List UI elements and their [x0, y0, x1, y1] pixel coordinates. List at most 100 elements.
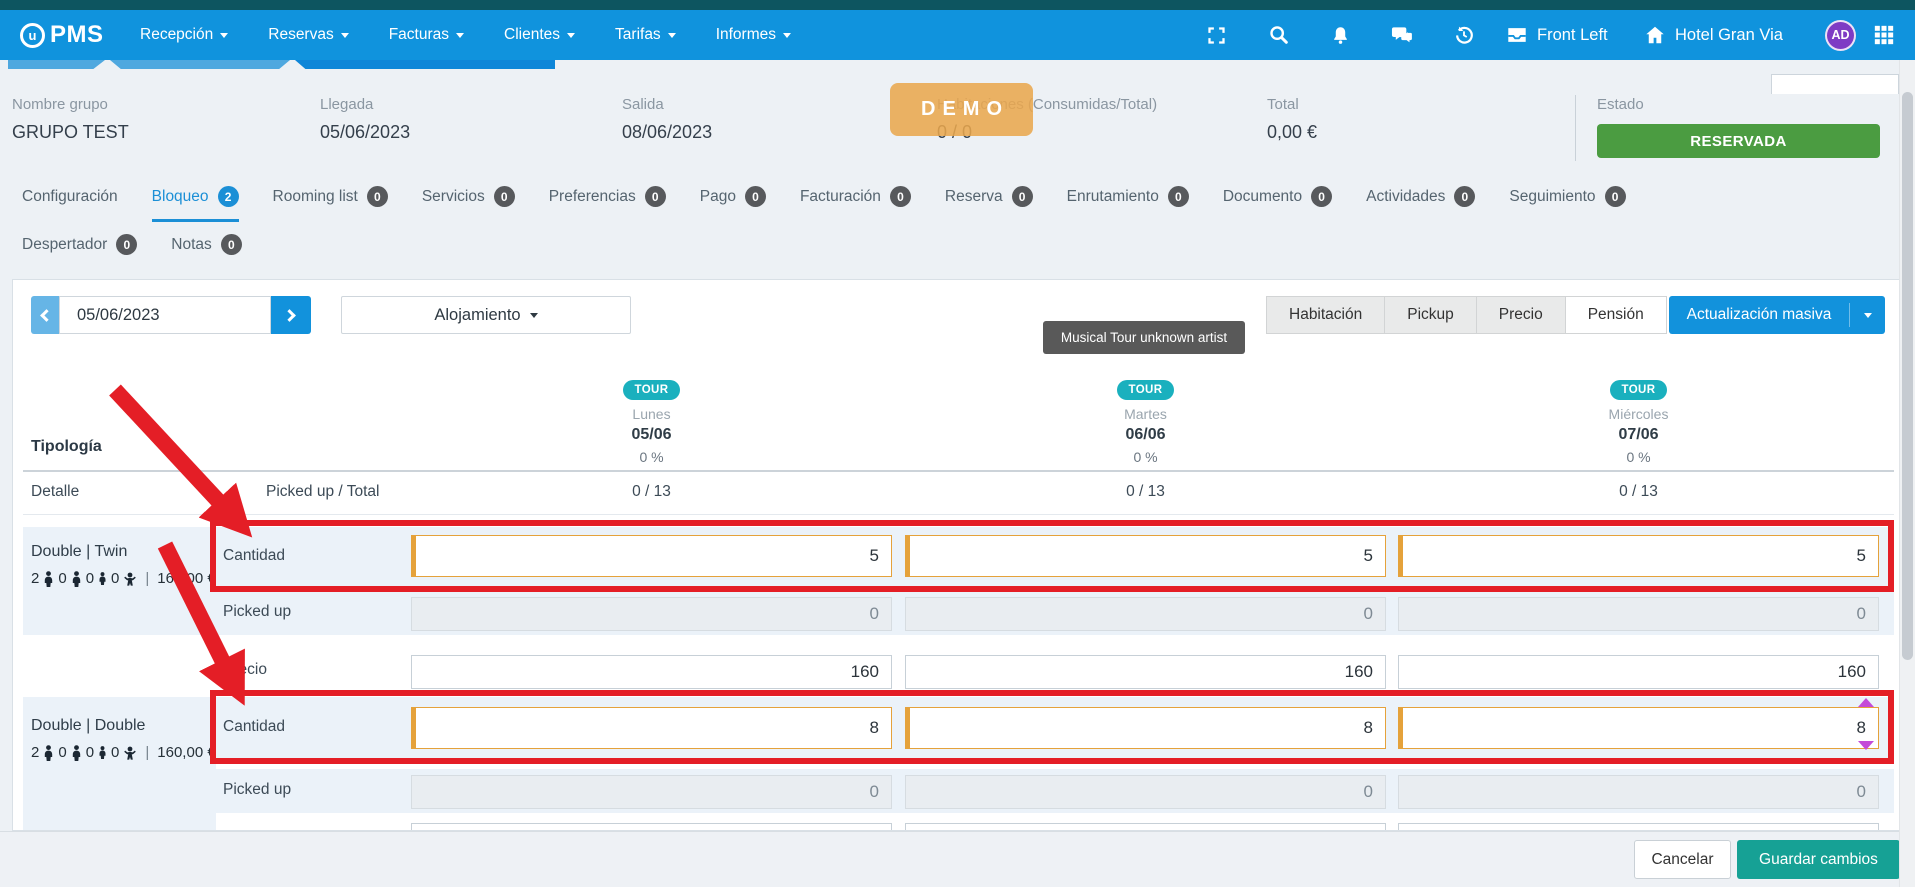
- tab-enrutamiento[interactable]: Enrutamiento0: [1067, 186, 1189, 222]
- row-label: Picked up: [223, 603, 291, 621]
- separator: |: [145, 744, 149, 761]
- picked-up-input: [905, 597, 1386, 631]
- menu-informes[interactable]: Informes: [716, 26, 791, 44]
- field-value: 08/06/2023: [622, 122, 712, 143]
- room-type-name: Double | Double: [31, 717, 216, 735]
- tab-servicios[interactable]: Servicios0: [422, 186, 515, 222]
- room-type-price: 160,00 €: [157, 570, 215, 587]
- picked-up-input: [1398, 775, 1879, 809]
- picked-up-input: [905, 775, 1386, 809]
- front-office-selector[interactable]: Front Left: [1506, 10, 1608, 60]
- chevron-right-icon: [283, 309, 296, 322]
- mode-pension-button[interactable]: Pensión: [1565, 296, 1667, 334]
- mass-update-button[interactable]: Actualización masiva: [1669, 296, 1885, 334]
- day-date: 05/06: [411, 426, 892, 444]
- chevron-down-icon: [456, 33, 464, 38]
- fullscreen-icon[interactable]: [1206, 10, 1227, 60]
- tour-tag-badge: TOUR: [1117, 380, 1175, 400]
- precio-input[interactable]: [411, 823, 892, 831]
- date-input[interactable]: [77, 306, 297, 325]
- picked-up-input: [1398, 597, 1879, 631]
- home-icon: [1644, 24, 1666, 46]
- field-label: Llegada: [320, 96, 410, 113]
- menu-reservas[interactable]: Reservas: [268, 26, 348, 44]
- field-estado: Estado RESERVADA: [1597, 96, 1880, 158]
- date-picker[interactable]: [59, 296, 271, 334]
- pms-logo[interactable]: u PMS: [20, 10, 104, 60]
- day-column-header: TOUR Martes 06/06 0 %: [905, 380, 1386, 465]
- tab-row-1: Configuración Bloqueo2 Rooming list0 Ser…: [22, 186, 1626, 222]
- precio-input[interactable]: [905, 823, 1386, 831]
- tab-preferencias[interactable]: Preferencias0: [549, 186, 666, 222]
- menu-facturas[interactable]: Facturas: [389, 26, 464, 44]
- type-column-header: Tipología: [31, 438, 102, 456]
- precio-input[interactable]: [905, 655, 1386, 689]
- field-nombre-grupo: Nombre grupo GRUPO TEST: [12, 96, 129, 143]
- field-llegada: Llegada 05/06/2023: [320, 96, 410, 143]
- apps-grid-icon[interactable]: [1874, 10, 1894, 60]
- field-value: 05/06/2023: [320, 122, 410, 143]
- tour-tag-badge: TOUR: [623, 380, 681, 400]
- history-icon[interactable]: [1453, 10, 1475, 60]
- tab-reserva[interactable]: Reserva0: [945, 186, 1033, 222]
- avatar-initials: AD: [1825, 20, 1856, 51]
- progress-chevron-segment: [8, 60, 105, 69]
- tab-rooming-list[interactable]: Rooming list0: [273, 186, 388, 222]
- nav-menus: Recepción Reservas Facturas Clientes Tar…: [140, 10, 791, 60]
- view-selector-dropdown[interactable]: Alojamiento: [341, 296, 631, 334]
- day-date: 07/06: [1398, 426, 1879, 444]
- save-changes-button[interactable]: Guardar cambios: [1737, 840, 1900, 879]
- demo-badge: DEMO: [890, 83, 1033, 136]
- tab-bloqueo[interactable]: Bloqueo2: [152, 186, 239, 222]
- dropdown-remnant: [1771, 74, 1899, 94]
- tab-pago[interactable]: Pago0: [700, 186, 766, 222]
- tab-count-badge: 0: [367, 186, 388, 207]
- mode-pickup-button[interactable]: Pickup: [1384, 296, 1477, 334]
- menu-recepcion[interactable]: Recepción: [140, 26, 228, 44]
- detail-value: 0 / 13: [1398, 483, 1879, 501]
- main-navbar: u PMS Recepción Reservas Facturas Client…: [0, 10, 1915, 60]
- mode-habitacion-button[interactable]: Habitación: [1266, 296, 1385, 334]
- mass-update-caret[interactable]: [1849, 303, 1885, 327]
- prev-day-button[interactable]: [31, 296, 59, 334]
- progress-chevron-segment: [110, 60, 290, 69]
- next-day-button[interactable]: [271, 296, 311, 334]
- chat-icon[interactable]: [1391, 10, 1414, 60]
- precio-input[interactable]: [411, 655, 892, 689]
- precio-input[interactable]: [1398, 823, 1879, 831]
- tab-count-badge: 0: [890, 186, 911, 207]
- hotel-selector[interactable]: Hotel Gran Via: [1644, 10, 1783, 60]
- tab-configuracion[interactable]: Configuración: [22, 188, 118, 221]
- separator: |: [145, 570, 149, 587]
- search-icon[interactable]: [1268, 10, 1290, 60]
- tab-facturacion[interactable]: Facturación0: [800, 186, 911, 222]
- detail-value: 0 / 13: [411, 483, 892, 501]
- cancel-button[interactable]: Cancelar: [1634, 840, 1731, 879]
- picked-up-input: [411, 597, 892, 631]
- day-column-header: TOUR Miércoles 07/06 0 %: [1398, 380, 1879, 465]
- pms-logo-icon: u: [20, 23, 45, 48]
- tab-actividades[interactable]: Actividades0: [1366, 186, 1475, 222]
- mode-button-group: Habitación Pickup Precio Pensión: [1267, 296, 1667, 334]
- tab-seguimiento[interactable]: Seguimiento0: [1509, 186, 1625, 222]
- tab-despertador[interactable]: Despertador0: [22, 234, 137, 270]
- menu-clientes[interactable]: Clientes: [504, 26, 575, 44]
- chevron-down-icon: [567, 33, 575, 38]
- menu-tarifas[interactable]: Tarifas: [615, 26, 676, 44]
- field-label: Estado: [1597, 96, 1880, 113]
- tab-notas[interactable]: Notas0: [171, 234, 242, 270]
- bell-icon[interactable]: [1330, 10, 1351, 60]
- tab-count-badge: 0: [1454, 186, 1475, 207]
- user-avatar[interactable]: AD: [1825, 10, 1856, 60]
- tab-count-badge: 0: [1168, 186, 1189, 207]
- tab-count-badge: 2: [218, 186, 239, 207]
- chevron-down-icon: [530, 313, 538, 318]
- room-type-name: Double | Twin: [31, 543, 216, 561]
- tab-documento[interactable]: Documento0: [1223, 186, 1332, 222]
- precio-input[interactable]: [1398, 655, 1879, 689]
- field-label: Total: [1267, 96, 1317, 113]
- mode-precio-button[interactable]: Precio: [1476, 296, 1566, 334]
- vertical-scrollbar[interactable]: [1899, 60, 1915, 887]
- scrollbar-thumb[interactable]: [1902, 92, 1913, 660]
- extra-adult-icon: [71, 745, 82, 761]
